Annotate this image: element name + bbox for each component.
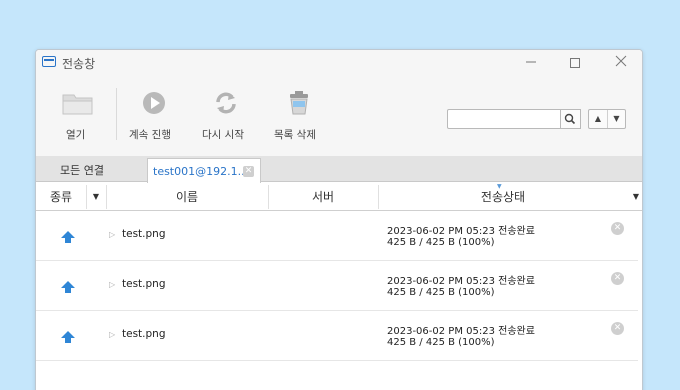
transfer-size: 425 B / 425 B (100%)	[387, 237, 495, 248]
connection-tabs: 모든 연결 test001@192.1... ✕	[36, 156, 642, 183]
list-item[interactable]: ▷ test.png 2023-06-02 PM 05:23 전송완료 425 …	[36, 211, 638, 261]
result-nav: ▲ ▼	[588, 109, 626, 129]
toolbar-divider	[116, 88, 117, 140]
upload-arrow-icon	[61, 281, 75, 293]
transfer-size: 425 B / 425 B (100%)	[387, 287, 495, 298]
minimize-button[interactable]	[522, 54, 540, 72]
column-divider	[86, 185, 87, 209]
search-icon	[564, 113, 576, 125]
search-input[interactable]	[447, 109, 561, 129]
restart-label: 다시 시작	[202, 129, 244, 141]
column-server[interactable]: 서버	[268, 183, 378, 211]
transfer-status: 2023-06-02 PM 05:23 전송완료	[387, 326, 535, 337]
folder-icon	[62, 94, 93, 115]
previous-result-button[interactable]: ▲	[589, 110, 607, 128]
remove-item-icon[interactable]: ✕	[611, 272, 624, 285]
tab-connection-label: test001@192.1...	[153, 165, 249, 178]
close-window-button[interactable]	[612, 54, 630, 72]
upload-arrow-icon	[61, 331, 75, 343]
play-icon	[143, 92, 165, 114]
transfer-size: 425 B / 425 B (100%)	[387, 337, 495, 348]
file-name: test.png	[122, 278, 166, 290]
column-status[interactable]: 전송상태	[378, 183, 628, 211]
expand-caret-icon[interactable]: ▷	[109, 280, 115, 289]
transfer-window: 전송창 열기 계속 진행 다시 시작 목록 삭제 ▲ ▼ 모든 연결 test0…	[35, 49, 643, 390]
upload-arrow-icon	[61, 231, 75, 243]
column-type[interactable]: 종류	[36, 183, 86, 211]
next-result-button[interactable]: ▼	[607, 110, 625, 128]
remove-item-icon[interactable]: ✕	[611, 222, 624, 235]
maximize-button[interactable]	[566, 54, 584, 72]
refresh-icon	[216, 92, 236, 114]
file-name: test.png	[122, 228, 166, 240]
tab-all-connections[interactable]: 모든 연결	[60, 162, 104, 178]
list-item[interactable]: ▷ test.png 2023-06-02 PM 05:23 전송완료 425 …	[36, 261, 638, 311]
status-filter-dropdown[interactable]: ▼	[628, 183, 642, 211]
file-name: test.png	[122, 328, 166, 340]
search-button[interactable]	[561, 109, 581, 129]
delete-list-label: 목록 삭제	[274, 129, 316, 141]
open-label: 열기	[66, 129, 86, 141]
type-filter-dropdown[interactable]: ▼	[86, 183, 106, 211]
window-title: 전송창	[62, 57, 96, 71]
column-header: 종류 ▼ 이름 서버 ▼ 전송상태 ▼	[36, 183, 642, 211]
column-name[interactable]: 이름	[106, 183, 268, 211]
expand-caret-icon[interactable]: ▷	[109, 330, 115, 339]
window-app-icon	[42, 56, 56, 67]
trash-icon	[290, 91, 308, 115]
expand-caret-icon[interactable]: ▷	[109, 230, 115, 239]
transfer-status: 2023-06-02 PM 05:23 전송완료	[387, 276, 535, 287]
remove-item-icon[interactable]: ✕	[611, 322, 624, 335]
transfer-status: 2023-06-02 PM 05:23 전송완료	[387, 226, 535, 237]
title-bar: 전송창	[36, 50, 642, 76]
toolbar: 열기 계속 진행 다시 시작 목록 삭제 ▲ ▼	[36, 76, 642, 156]
list-item[interactable]: ▷ test.png 2023-06-02 PM 05:23 전송완료 425 …	[36, 311, 638, 361]
resume-label: 계속 진행	[129, 129, 171, 141]
tab-close-icon[interactable]: ✕	[243, 166, 254, 177]
tab-connection[interactable]: test001@192.1... ✕	[147, 158, 261, 183]
